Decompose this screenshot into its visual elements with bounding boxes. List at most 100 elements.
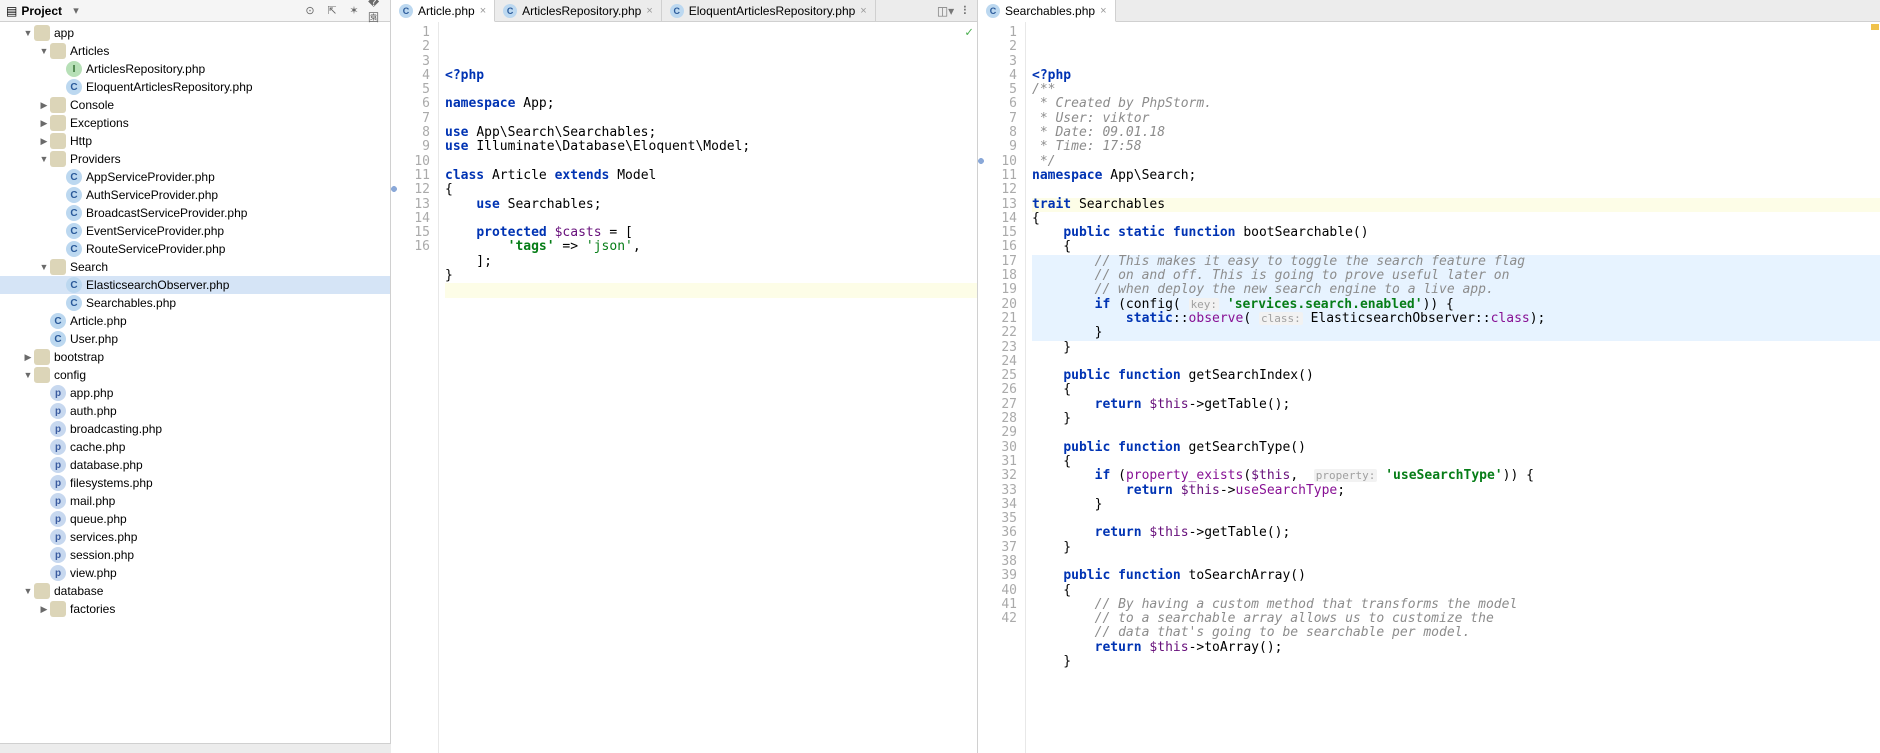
code-line[interactable]	[1032, 512, 1880, 526]
code-editor-right[interactable]: 1234567891011121314151617181920212223242…	[978, 22, 1880, 753]
chevron-down-icon[interactable]: ▼	[22, 28, 34, 38]
code-line[interactable]	[445, 112, 977, 126]
chevron-right-icon[interactable]: ▶	[38, 136, 50, 147]
code-line[interactable]: // By having a custom method that transf…	[1032, 598, 1880, 612]
code-line[interactable]: {	[1032, 584, 1880, 598]
code-line[interactable]: }	[1032, 541, 1880, 555]
tree-node[interactable]: ·CEloquentArticlesRepository.php	[0, 78, 390, 96]
close-icon[interactable]: ×	[860, 5, 866, 17]
split-icon[interactable]: ◫▾	[937, 4, 954, 18]
chevron-down-icon[interactable]: ▼	[38, 46, 50, 56]
tree-node[interactable]: ·psession.php	[0, 546, 390, 564]
code-line[interactable]: static::observe( class: ElasticsearchObs…	[1032, 312, 1880, 326]
tree-node[interactable]: ·CElasticsearchObserver.php	[0, 276, 390, 294]
project-tree[interactable]: ▼app▼Articles·IArticlesRepository.php·CE…	[0, 22, 390, 753]
code-line[interactable]: // This makes it easy to toggle the sear…	[1032, 255, 1880, 269]
code-line[interactable]: }	[1032, 341, 1880, 355]
tree-node[interactable]: ·CArticle.php	[0, 312, 390, 330]
code-line[interactable]: public function getSearchType()	[1032, 441, 1880, 455]
code-line[interactable]: }	[1032, 326, 1880, 340]
code-line[interactable]: * Created by PhpStorm.	[1032, 97, 1880, 111]
tree-node[interactable]: ·IArticlesRepository.php	[0, 60, 390, 78]
tree-node[interactable]: ▶Http	[0, 132, 390, 150]
code-line[interactable]	[1032, 426, 1880, 440]
tree-node[interactable]: ▼database	[0, 582, 390, 600]
tree-node[interactable]: ▶Exceptions	[0, 114, 390, 132]
code-line[interactable]: return $this->toArray();	[1032, 641, 1880, 655]
gutter-mark-icon[interactable]	[978, 156, 986, 166]
code-line[interactable]: /**	[1032, 83, 1880, 97]
dropdown-icon[interactable]: ▾	[68, 3, 84, 19]
settings-icon[interactable]: ✶	[346, 3, 362, 19]
tree-node[interactable]: ▶bootstrap	[0, 348, 390, 366]
code-line[interactable]: <?php	[445, 69, 977, 83]
tree-node[interactable]: ·CEventServiceProvider.php	[0, 222, 390, 240]
code-line[interactable]: use Illuminate\Database\Eloquent\Model;	[445, 140, 977, 154]
code-line[interactable]: return $this->getTable();	[1032, 398, 1880, 412]
code-line[interactable]	[1032, 555, 1880, 569]
code-line[interactable]: public function getSearchIndex()	[1032, 369, 1880, 383]
close-icon[interactable]: ×	[480, 5, 486, 17]
code-line[interactable]: {	[1032, 455, 1880, 469]
code-line[interactable]	[445, 83, 977, 97]
tree-node[interactable]: ·CRouteServiceProvider.php	[0, 240, 390, 258]
tree-node[interactable]: ·pfilesystems.php	[0, 474, 390, 492]
editor-tab[interactable]: CEloquentArticlesRepository.php×	[662, 0, 876, 21]
warning-stripe[interactable]	[1870, 22, 1880, 753]
code-line[interactable]: class Article extends Model	[445, 169, 977, 183]
editor-tab[interactable]: CArticlesRepository.php×	[495, 0, 662, 21]
tree-node[interactable]: ·pdatabase.php	[0, 456, 390, 474]
tree-node[interactable]: ·CAppServiceProvider.php	[0, 168, 390, 186]
tree-node[interactable]: ·CBroadcastServiceProvider.php	[0, 204, 390, 222]
chevron-down-icon[interactable]: ▼	[38, 154, 50, 164]
close-icon[interactable]: ×	[1100, 5, 1106, 17]
code-line[interactable]: // on and off. This is going to prove us…	[1032, 269, 1880, 283]
code-line[interactable]: // to a searchable array allows us to cu…	[1032, 612, 1880, 626]
code-line[interactable]: }	[1032, 655, 1880, 669]
code-line[interactable]: public function toSearchArray()	[1032, 569, 1880, 583]
code-line[interactable]	[445, 155, 977, 169]
code-line[interactable]: namespace App\Search;	[1032, 169, 1880, 183]
tree-node[interactable]: ·pauth.php	[0, 402, 390, 420]
code-line[interactable]: 'tags' => 'json',	[445, 240, 977, 254]
tree-node[interactable]: ▼app	[0, 24, 390, 42]
code-line[interactable]	[445, 283, 977, 297]
code-line[interactable]	[1032, 183, 1880, 197]
code-line[interactable]: if (config( key: 'services.search.enable…	[1032, 298, 1880, 312]
tree-node[interactable]: ▼Articles	[0, 42, 390, 60]
code-line[interactable]: use App\Search\Searchables;	[445, 126, 977, 140]
tree-node[interactable]: ▼Search	[0, 258, 390, 276]
tree-node[interactable]: ·pview.php	[0, 564, 390, 582]
target-icon[interactable]: ⊙	[302, 3, 318, 19]
code-line[interactable]: protected $casts = [	[445, 226, 977, 240]
chevron-down-icon[interactable]: ▼	[22, 586, 34, 596]
code-line[interactable]: if (property_exists($this, property: 'us…	[1032, 469, 1880, 483]
code-left[interactable]: ✓ <?php namespace App; use App\Search\Se…	[439, 22, 977, 753]
code-line[interactable]: }	[1032, 498, 1880, 512]
code-line[interactable]: ];	[445, 255, 977, 269]
code-line[interactable]: {	[1032, 240, 1880, 254]
tree-node[interactable]: ▶Console	[0, 96, 390, 114]
chevron-right-icon[interactable]: ▶	[38, 604, 50, 615]
tree-node[interactable]: ·papp.php	[0, 384, 390, 402]
editor-tab[interactable]: CSearchables.php×	[978, 0, 1116, 22]
code-editor-left[interactable]: 12345678910111213141516 ✓ <?php namespac…	[391, 22, 977, 753]
code-right[interactable]: <?php/** * Created by PhpStorm. * User: …	[1026, 22, 1880, 753]
chevron-down-icon[interactable]: ▼	[22, 370, 34, 380]
chevron-right-icon[interactable]: ▶	[22, 352, 34, 363]
chevron-right-icon[interactable]: ▶	[38, 118, 50, 129]
code-line[interactable]: {	[1032, 212, 1880, 226]
code-line[interactable]: */	[1032, 155, 1880, 169]
code-line[interactable]: namespace App;	[445, 97, 977, 111]
code-line[interactable]: * User: viktor	[1032, 112, 1880, 126]
code-line[interactable]	[1032, 355, 1880, 369]
gutter-mark-icon[interactable]	[391, 184, 399, 194]
code-line[interactable]: {	[445, 183, 977, 197]
hide-icon[interactable]: �園	[368, 3, 384, 19]
code-line[interactable]: return $this->getTable();	[1032, 526, 1880, 540]
code-line[interactable]: use Searchables;	[445, 198, 977, 212]
code-line[interactable]: {	[1032, 383, 1880, 397]
chevron-down-icon[interactable]: ▼	[38, 262, 50, 272]
close-icon[interactable]: ×	[646, 5, 652, 17]
tree-node[interactable]: ·CUser.php	[0, 330, 390, 348]
